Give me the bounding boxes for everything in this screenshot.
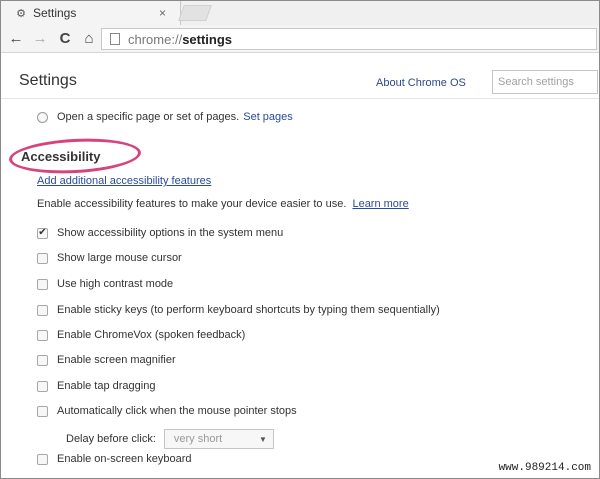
watermark: www.989214.com	[498, 462, 591, 474]
url-path: settings	[182, 31, 233, 47]
section-title-accessibility: Accessibility	[21, 149, 101, 164]
option-on-screen-keyboard: Enable on-screen keyboard	[37, 453, 192, 465]
option-label: Enable ChromeVox (spoken feedback)	[57, 329, 246, 341]
option-sticky-keys: Enable sticky keys (to perform keyboard …	[37, 304, 440, 316]
delay-label: Delay before click:	[66, 433, 156, 445]
checkbox[interactable]	[37, 453, 48, 465]
tab-strip: ⚙ Settings ×	[1, 1, 599, 25]
tab-title: Settings	[33, 6, 77, 20]
back-icon[interactable]: ←	[7, 29, 25, 47]
checkbox[interactable]	[37, 405, 48, 417]
url-scheme: chrome://	[128, 31, 183, 47]
checkbox[interactable]	[37, 329, 48, 341]
home-icon[interactable]: ⌂	[80, 29, 98, 47]
option-auto-click: Automatically click when the mouse point…	[37, 405, 297, 417]
option-label: Enable screen magnifier	[57, 354, 176, 366]
option-label: Use high contrast mode	[57, 278, 174, 290]
header-divider	[1, 98, 599, 99]
delay-select[interactable]: very short ▼	[163, 429, 274, 449]
about-chrome-os-link[interactable]: About Chrome OS	[376, 77, 466, 89]
forward-icon[interactable]: →	[31, 29, 49, 47]
toolbar: ← → C ⌂ chrome:// settings	[1, 25, 599, 53]
option-label: Automatically click when the mouse point…	[57, 405, 297, 417]
checkbox[interactable]	[37, 380, 48, 392]
option-large-cursor: Show large mouse cursor	[37, 252, 182, 264]
option-chromevox: Enable ChromeVox (spoken feedback)	[37, 329, 245, 341]
learn-more-link[interactable]: Learn more	[352, 198, 408, 210]
startup-option: Open a specific page or set of pages. Se…	[37, 111, 293, 123]
radio-button[interactable]	[37, 111, 48, 123]
startup-option-label: Open a specific page or set of pages.	[57, 111, 240, 123]
checkbox[interactable]	[37, 354, 48, 366]
checkbox[interactable]	[37, 252, 48, 264]
checkbox[interactable]	[37, 278, 48, 290]
option-label: Enable sticky keys (to perform keyboard …	[57, 304, 440, 316]
description-text: Enable accessibility features to make yo…	[37, 198, 347, 210]
chevron-down-icon: ▼	[258, 434, 267, 444]
option-label: Enable on-screen keyboard	[57, 453, 192, 465]
page-icon	[110, 33, 120, 45]
new-tab-button[interactable]	[178, 5, 212, 21]
checkbox[interactable]	[37, 304, 48, 316]
delay-value: very short	[173, 433, 223, 445]
accessibility-description: Enable accessibility features to make yo…	[37, 198, 409, 210]
settings-page: Settings About Chrome OS Open a specific…	[1, 54, 599, 478]
option-label: Show accessibility options in the system…	[57, 227, 284, 239]
gear-icon: ⚙	[16, 7, 26, 20]
option-label: Show large mouse cursor	[57, 252, 182, 264]
add-accessibility-features-link[interactable]: Add additional accessibility features	[37, 175, 211, 187]
checkbox-checked[interactable]: ✔	[37, 227, 48, 239]
reload-icon[interactable]: C	[56, 29, 74, 47]
address-bar[interactable]: chrome:// settings	[101, 28, 597, 50]
option-screen-magnifier: Enable screen magnifier	[37, 354, 176, 366]
browser-window: ⚙ Settings × ← → C ⌂ chrome:// settings …	[0, 0, 600, 479]
close-icon[interactable]: ×	[159, 6, 166, 20]
option-system-menu: ✔ Show accessibility options in the syst…	[37, 227, 283, 239]
delay-setting: Delay before click: very short ▼	[66, 429, 274, 449]
set-pages-link[interactable]: Set pages	[243, 111, 293, 123]
option-tap-dragging: Enable tap dragging	[37, 380, 155, 392]
option-high-contrast: Use high contrast mode	[37, 278, 173, 290]
option-label: Enable tap dragging	[57, 380, 156, 392]
search-input[interactable]	[492, 70, 598, 94]
page-title: Settings	[19, 72, 77, 89]
tab-settings[interactable]: ⚙ Settings ×	[1, 1, 181, 25]
